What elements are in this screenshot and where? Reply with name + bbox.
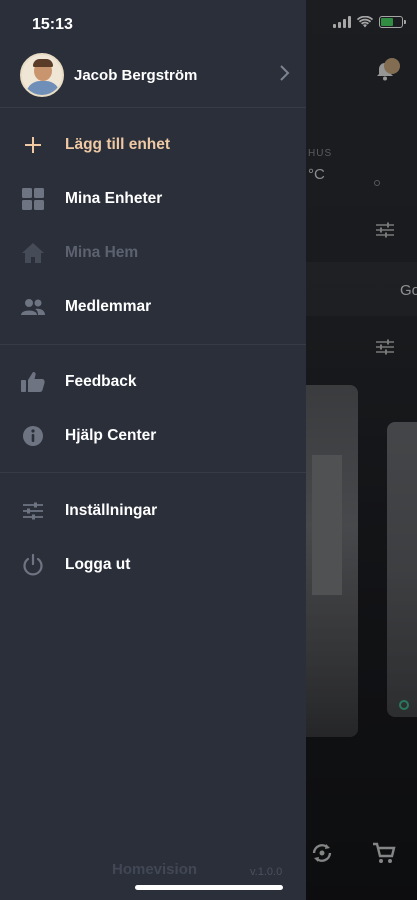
power-icon (20, 552, 46, 578)
menu-item-members[interactable]: Medlemmar (0, 285, 306, 329)
menu-item-label: Inställningar (65, 502, 158, 519)
avatar (20, 53, 64, 97)
home-icon (20, 240, 46, 266)
app-version: v.1.0.0 (250, 866, 283, 878)
info-icon (20, 423, 46, 449)
plus-icon (20, 132, 46, 158)
sliders-icon (20, 498, 46, 524)
thumbs-up-icon (20, 369, 46, 395)
menu-item-label: Mina Hem (65, 244, 139, 261)
menu-item-label: Lägg till enhet (65, 136, 171, 153)
menu-item-label: Mina Enheter (65, 190, 163, 207)
footer-brand: Homevision (112, 861, 198, 878)
menu-item-my-devices[interactable]: Mina Enheter (0, 177, 306, 221)
menu-item-help-center[interactable]: Hjälp Center (0, 414, 306, 458)
status-time: 15:13 (32, 16, 73, 33)
menu-item-my-homes[interactable]: Mina Hem (0, 231, 306, 275)
menu-item-label: Hjälp Center (65, 427, 157, 444)
divider (0, 107, 306, 108)
profile-row[interactable]: Jacob Bergström (0, 44, 306, 106)
home-indicator[interactable] (135, 885, 283, 890)
chevron-right-icon (280, 65, 290, 81)
menu-item-settings[interactable]: Inställningar (0, 489, 306, 533)
menu-item-label: Feedback (65, 373, 137, 390)
menu-item-logout[interactable]: Logga ut (0, 543, 306, 587)
divider (0, 344, 306, 345)
menu-item-feedback[interactable]: Feedback (0, 360, 306, 404)
divider (0, 472, 306, 473)
menu-item-label: Medlemmar (65, 298, 152, 315)
background-dim-overlay[interactable] (306, 0, 417, 900)
people-icon (20, 294, 46, 320)
menu-item-label: Logga ut (65, 556, 131, 573)
grid-icon (20, 186, 46, 212)
menu-item-add-device[interactable]: Lägg till enhet (0, 123, 306, 167)
profile-name: Jacob Bergström (74, 66, 198, 84)
side-drawer: 15:13 Jacob Bergström Lägg till enhet Mi… (0, 0, 306, 900)
